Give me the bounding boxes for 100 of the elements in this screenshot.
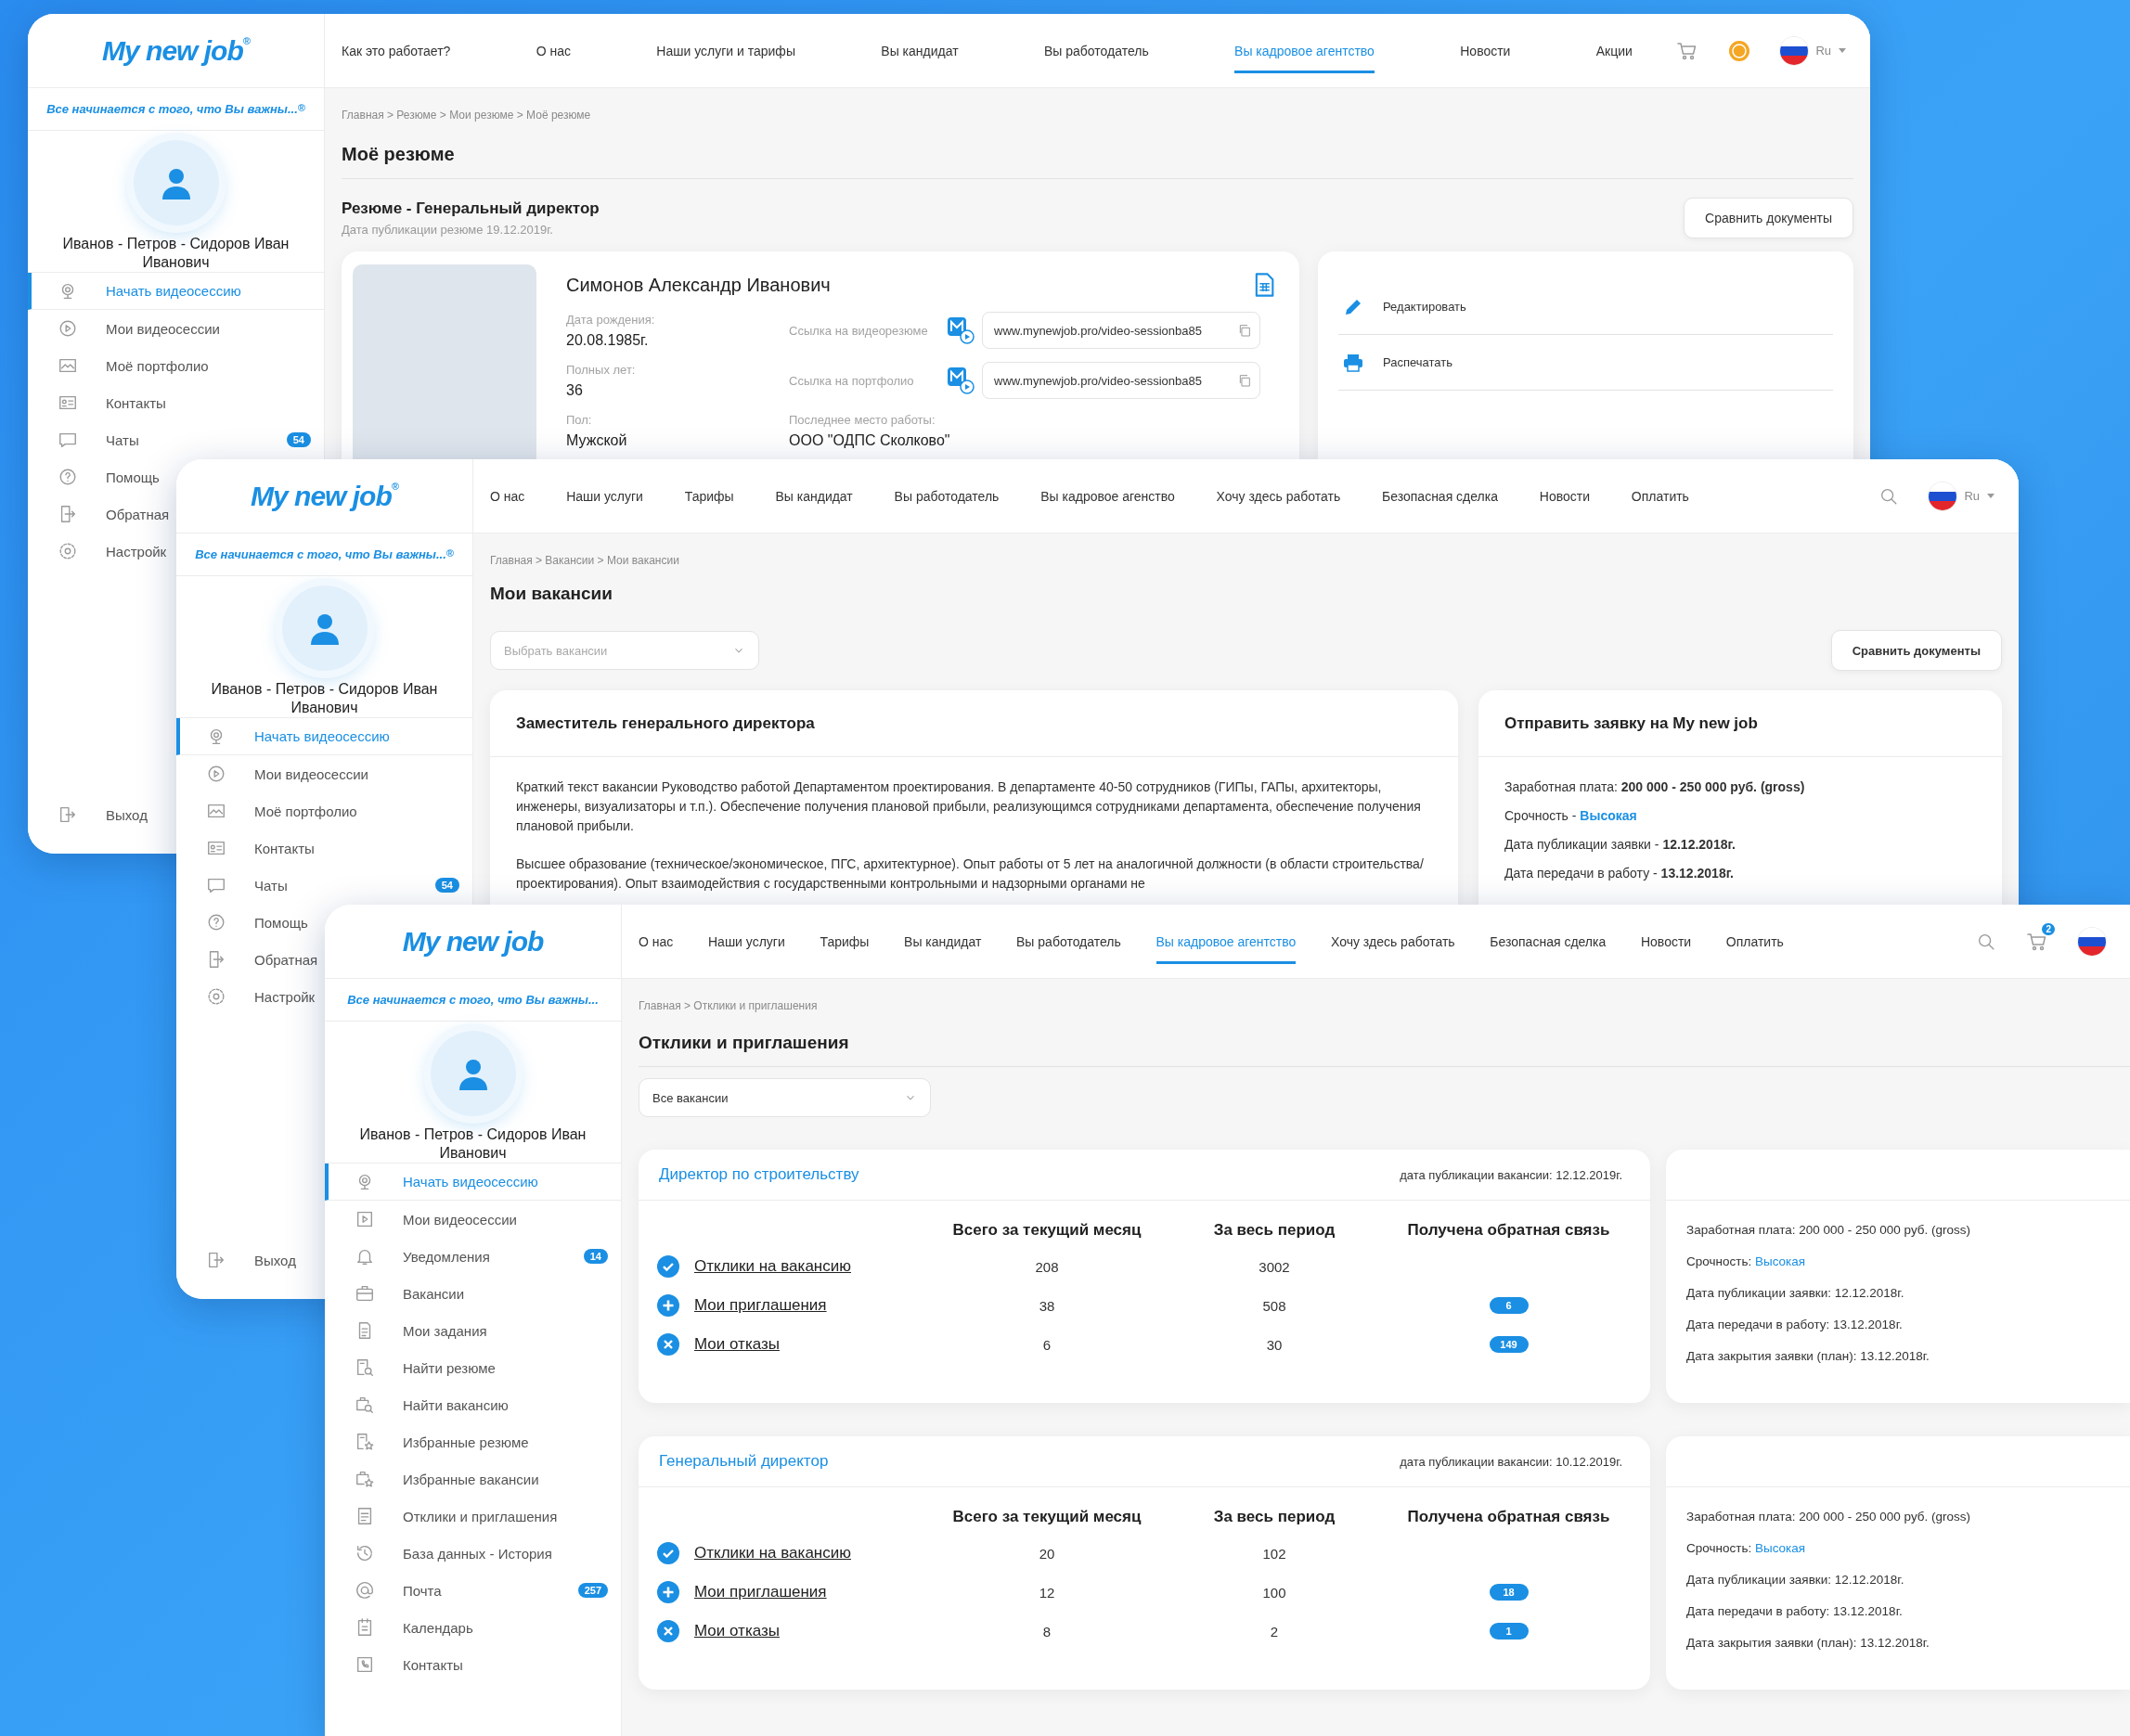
- coin-icon[interactable]: [1728, 39, 1751, 62]
- sidebar-item[interactable]: Найти вакансию: [325, 1386, 509, 1423]
- nav-link[interactable]: Вы кадровое агентство: [1234, 28, 1375, 73]
- copy-icon[interactable]: [1237, 323, 1252, 338]
- sidebar-item[interactable]: Избранные вакансии: [325, 1460, 539, 1498]
- info-line: Заработная плата: 200 000 - 250 000 руб. (gross): [1686, 1223, 1972, 1239]
- page-title: Отклики и приглашения: [639, 1033, 2130, 1067]
- nav-link[interactable]: Вы работодатель: [894, 473, 1000, 519]
- sidebar-item[interactable]: Моё портфолио: [176, 792, 357, 829]
- nav-link[interactable]: Новости: [1539, 473, 1591, 519]
- cross-circle-icon: [657, 1333, 679, 1356]
- url-field[interactable]: www.mynewjob.pro/video-sessionba85: [982, 362, 1260, 399]
- vacancy-link[interactable]: Генеральный директор: [659, 1452, 829, 1471]
- compare-button[interactable]: Сравнить документы: [1830, 630, 2002, 671]
- field-label: Ссылка на видеорезюме: [789, 323, 929, 338]
- nav-link[interactable]: Новости: [1640, 919, 1692, 964]
- nav-link[interactable]: Наши услуги и тарифы: [656, 28, 795, 73]
- help-icon: [58, 467, 78, 487]
- sidebar-item[interactable]: Помощь: [176, 904, 308, 941]
- count-badge: 54: [286, 432, 311, 447]
- nav-link[interactable]: Вы кандидат: [775, 473, 853, 519]
- nav-link[interactable]: О нас: [536, 28, 571, 73]
- action-button[interactable]: Редактировать: [1338, 279, 1833, 335]
- slogan: Все начинается с того, что Вы важны...$^{®}$: [46, 102, 305, 116]
- logo: My new job$^{®}$: [102, 34, 250, 67]
- count-badge: 14: [583, 1249, 608, 1264]
- sidebar-item[interactable]: Мои видеосессии: [28, 310, 220, 347]
- logout-item[interactable]: Выход: [176, 1241, 296, 1279]
- info-line: Дата закрытия заявки (план): 13.12.2018г.: [1686, 1349, 1930, 1365]
- sidebar-item[interactable]: Отклики и приглашения: [325, 1498, 558, 1535]
- field-label: Пол:: [566, 412, 593, 427]
- nav-link[interactable]: О нас: [490, 473, 525, 519]
- sidebar-item[interactable]: Найти резюме: [325, 1349, 496, 1386]
- nav-link[interactable]: Вы кандидат: [904, 919, 982, 964]
- nav-link[interactable]: Безопасная сделка: [1382, 473, 1498, 519]
- sidebar-item[interactable]: Настройк: [176, 978, 316, 1015]
- nav-link[interactable]: Наши услуги: [566, 473, 643, 519]
- column-header: Всего за текущий месяц: [951, 1220, 1142, 1241]
- sidebar-item[interactable]: Обратная: [176, 941, 318, 978]
- nav-link[interactable]: О нас: [639, 919, 674, 964]
- sidebar-item[interactable]: Мои видеосессии: [176, 755, 368, 792]
- url-field[interactable]: www.mynewjob.pro/video-sessionba85: [982, 312, 1260, 349]
- history-icon: [355, 1543, 375, 1563]
- vacancy-filter[interactable]: Все вакансии: [639, 1078, 931, 1117]
- nav-link[interactable]: Вы работодатель: [1016, 919, 1121, 964]
- card-title: Заместитель генерального директора: [490, 690, 1458, 757]
- logout-item[interactable]: Выход: [28, 796, 148, 833]
- sidebar-item[interactable]: Чаты 54: [176, 867, 472, 904]
- sidebar-item[interactable]: Настройк: [28, 533, 167, 570]
- sidebar-item[interactable]: Мои видеосессии: [325, 1201, 517, 1238]
- sidebar-item[interactable]: Почта 257: [325, 1572, 621, 1609]
- sidebar-item[interactable]: База данных - История: [325, 1535, 552, 1572]
- nav-link[interactable]: Безопасная сделка: [1490, 919, 1607, 964]
- action-button[interactable]: Распечатать: [1338, 335, 1833, 391]
- copy-icon[interactable]: [1237, 373, 1252, 388]
- nav-link[interactable]: Новости: [1460, 28, 1511, 73]
- nav-link[interactable]: Вы работодатель: [1043, 28, 1149, 73]
- nav-link[interactable]: Тарифы: [820, 919, 870, 964]
- nav-link[interactable]: Тарифы: [684, 473, 734, 519]
- language-selector[interactable]: Ru: [1780, 36, 1846, 65]
- sidebar-item[interactable]: Мои задания: [325, 1312, 487, 1349]
- stat-link[interactable]: Отклики на вакансию: [694, 1544, 851, 1562]
- nav-link[interactable]: Вы кадровое агенство: [1040, 473, 1175, 519]
- document-search-icon: [355, 1357, 375, 1378]
- compare-button[interactable]: Сравнить документы: [1684, 198, 1853, 238]
- nav-link[interactable]: Наши услуги: [708, 919, 785, 964]
- nav-link[interactable]: Вы кандидат: [881, 28, 959, 73]
- stat-link[interactable]: Мои отказы: [694, 1335, 780, 1354]
- nav-link[interactable]: Хочу здесь работать: [1216, 473, 1341, 519]
- info-line: Дата публикации заявки: 12.12.2018г.: [1686, 1286, 1905, 1302]
- sidebar-item[interactable]: Уведомления 14: [325, 1238, 621, 1275]
- publish-date: дата публикации вакансии: 10.12.2019г.: [1400, 1454, 1622, 1469]
- sidebar-item[interactable]: Чаты 54: [28, 421, 324, 458]
- stat-link[interactable]: Отклики на вакансию: [694, 1257, 851, 1276]
- sidebar-item[interactable]: Избранные резюме: [325, 1423, 529, 1460]
- help-icon: [206, 912, 226, 932]
- stat-link[interactable]: Мои приглашения: [694, 1296, 827, 1315]
- nav-link[interactable]: Как это работает?: [342, 28, 451, 73]
- sidebar-item[interactable]: Календарь: [325, 1609, 473, 1646]
- sidebar-item[interactable]: Вакансии: [325, 1275, 465, 1312]
- language-selector[interactable]: Ru: [1929, 482, 1994, 510]
- sidebar-item[interactable]: Помощь: [28, 458, 160, 495]
- sidebar-item[interactable]: Контакты: [325, 1646, 463, 1683]
- nav-link[interactable]: Оплатить: [1631, 473, 1689, 519]
- briefcase-star-icon: [355, 1469, 375, 1489]
- nav-link[interactable]: Оплатить: [1725, 919, 1784, 964]
- stat-link[interactable]: Мои отказы: [694, 1622, 780, 1640]
- sidebar-item[interactable]: Контакты: [176, 829, 315, 867]
- sidebar-item[interactable]: Обратная: [28, 495, 170, 533]
- phone-icon: [355, 1654, 375, 1675]
- play-icon: [206, 764, 226, 784]
- sidebar-item[interactable]: Моё портфолио: [28, 347, 209, 384]
- sidebar-item[interactable]: Контакты: [28, 384, 166, 421]
- stat-link[interactable]: Мои приглашения: [694, 1583, 827, 1601]
- nav-link[interactable]: Вы кадровое агентство: [1155, 919, 1297, 964]
- info-line: Срочность: Высокая: [1686, 1541, 1807, 1557]
- count-badge: 257: [577, 1583, 608, 1598]
- nav-link[interactable]: Акции: [1595, 28, 1633, 73]
- check-circle-icon: [657, 1255, 679, 1278]
- nav-link[interactable]: Хочу здесь работать: [1331, 919, 1455, 964]
